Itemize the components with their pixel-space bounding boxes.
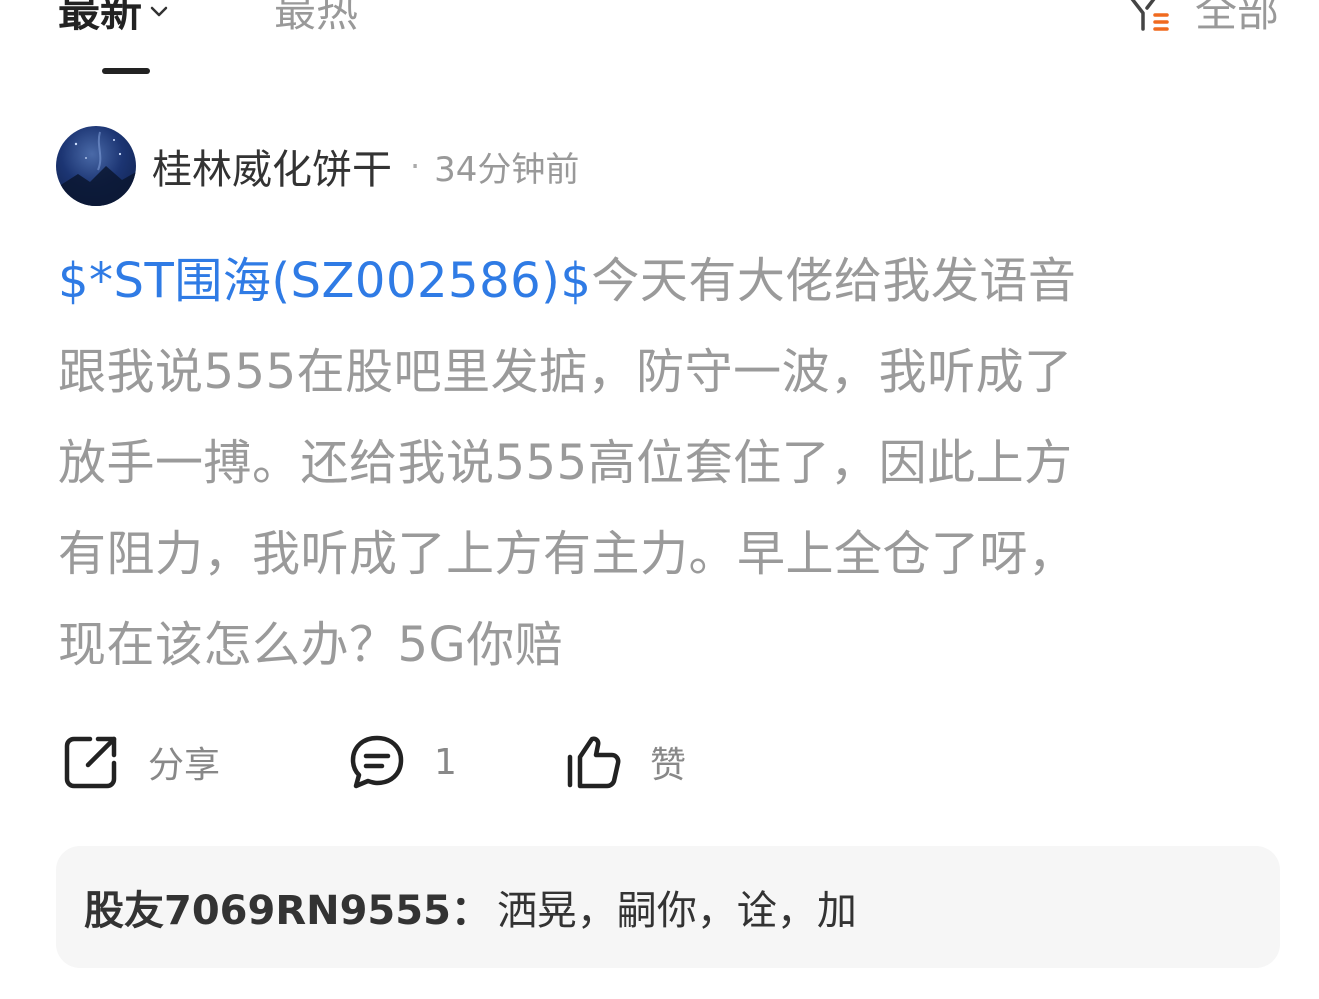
share-button[interactable]: 分享 [60,730,220,794]
post-detail-page: 最新 最热 全部 桂林威化饼干 · 34分钟前 $*ST围海(SZ002586)… [0,0,1319,999]
post-content: $*ST围海(SZ002586)$今天有大佬给我发语音 跟我说555在股吧里发掂… [58,236,1278,691]
filter-icon [1130,0,1169,31]
tab-latest-label: 最新 [58,0,143,36]
post-content-line-1: $*ST围海(SZ002586)$今天有大佬给我发语音 [58,236,1278,327]
stock-tag-link[interactable]: $*ST围海(SZ002586)$ [58,253,591,309]
thumbs-up-icon [567,736,621,789]
like-button[interactable]: 赞 [562,730,686,794]
share-icon [64,736,117,789]
tab-latest[interactable]: 最新 [58,0,170,40]
sort-tab-bar: 最新 最热 全部 [0,0,1319,80]
post-content-line-4: 有阻力，我听成了上方有主力。早上全仓了呀， [58,526,1077,582]
filter-label: 全部 [1194,0,1279,36]
avatar-image [56,131,136,206]
tab-hot[interactable]: 最热 [274,0,358,40]
author-name[interactable]: 桂林威化饼干 [152,137,392,195]
meta-separator: · [410,147,421,185]
like-label: 赞 [650,745,687,786]
post-author-row: 桂林威化饼干 · 34分钟前 [56,126,579,206]
comment-text: 洒晃，嗣你，诠，加 [496,888,857,934]
chevron-down-icon [150,6,168,17]
comment-button[interactable]: 1 [346,730,457,794]
post-content-line-5: 现在该怎么办？5G你赔 [58,617,564,673]
comment-preview[interactable]: 股友7069RN9555： 洒晃，嗣你，诠，加 [56,846,1280,968]
comment-author[interactable]: 股友7069RN9555： [84,878,491,936]
comment-icon [350,735,404,789]
comment-count: 1 [434,741,457,783]
filter-button[interactable]: 全部 [1125,0,1279,40]
share-label: 分享 [148,745,221,786]
post-content-line-3: 放手一搏。还给我说555高位套住了，因此上方 [58,435,1073,491]
post-time: 34分钟前 [434,149,580,190]
post-content-line-2: 跟我说555在股吧里发掂，防守一波，我听成了 [58,344,1073,400]
post-actions-bar: 分享 1 赞 [60,730,860,794]
avatar[interactable] [56,126,136,206]
tab-hot-label: 最热 [274,0,359,36]
post-text-segment: 今天有大佬给我发语音 [591,253,1077,309]
active-tab-indicator [102,68,150,74]
